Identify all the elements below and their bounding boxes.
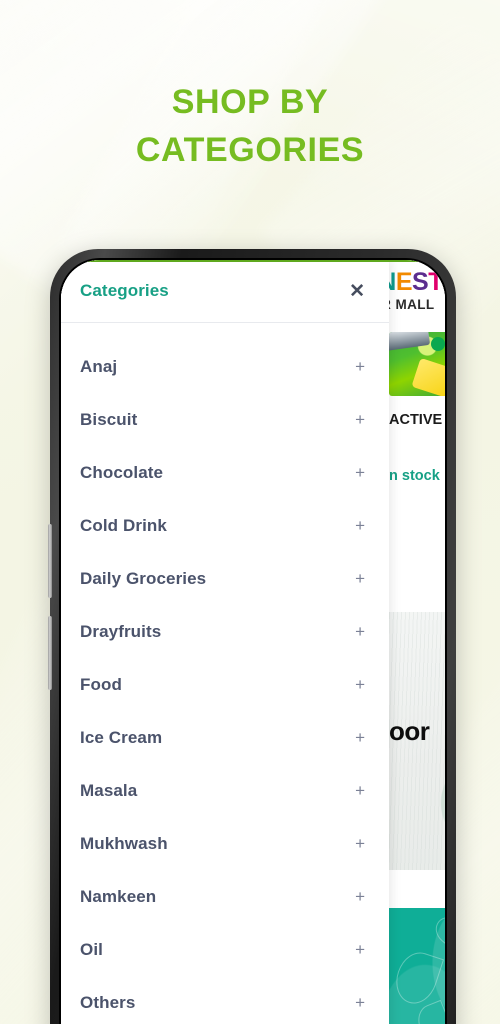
expand-plus-icon[interactable]: + [345,623,365,640]
expand-plus-icon[interactable]: + [345,994,365,1011]
categories-drawer: Categories ✕ Anaj + Biscuit + Chocolate + Cold… [61,260,389,1024]
category-item-label: Biscuit [80,409,138,429]
expand-plus-icon[interactable]: + [345,570,365,587]
expand-plus-icon[interactable]: + [345,888,365,905]
brand-logo-letter-e: E [395,268,413,297]
page-title-line-2: CATEGORIES [135,131,365,170]
expand-plus-icon[interactable]: + [345,782,365,799]
category-item-cold-drink[interactable]: Cold Drink + [61,499,389,552]
category-item-label: Cold Drink [80,515,167,535]
category-item-label: Masala [80,780,138,800]
category-item-others[interactable]: Others + [61,976,389,1024]
expand-plus-icon[interactable]: + [345,941,365,958]
expand-plus-icon[interactable]: + [345,517,365,534]
expand-plus-icon[interactable]: + [345,729,365,746]
category-item-label: Namkeen [80,886,157,906]
paisley-ornament-icon [430,911,445,951]
phone-bezel: |NEST ER MALL ACTIVE n stock oor [59,258,447,1024]
category-item-mukhwash[interactable]: Mukhwash + [61,817,389,870]
expand-plus-icon[interactable]: + [345,676,365,693]
expand-plus-icon[interactable]: + [345,411,365,428]
category-item-label: Chocolate [80,462,164,482]
product-image [389,332,445,396]
product-badge-icon [431,337,445,351]
page-title-line-1: SHOP BY [171,83,329,121]
phone-mockup: |NEST ER MALL ACTIVE n stock oor [48,249,456,1024]
category-item-label: Others [80,992,136,1012]
category-item-food[interactable]: Food + [61,658,389,711]
expand-plus-icon[interactable]: + [345,358,365,375]
category-item-biscuit[interactable]: Biscuit + [61,393,389,446]
category-item-drayfruits[interactable]: Drayfruits + [61,605,389,658]
category-item-chocolate[interactable]: Chocolate + [61,446,389,499]
category-item-namkeen[interactable]: Namkeen + [61,870,389,923]
paisley-ornament-icon [389,947,445,1009]
promo-banner-top[interactable]: oor [389,612,445,870]
expand-plus-icon[interactable]: + [345,835,365,852]
brand-logo-letter-t: T [428,268,443,297]
phone-volume-up-button[interactable] [48,524,52,598]
product-name: ACTIVE [389,412,443,428]
phone-screen: |NEST ER MALL ACTIVE n stock oor [61,260,445,1024]
brand-logo-letter-s: S [412,268,429,297]
phone-volume-down-button[interactable] [48,616,52,690]
category-item-label: Daily Groceries [80,568,207,588]
promo-banner-bottom[interactable] [389,908,445,1024]
paisley-ornament-icon [412,999,445,1024]
category-item-label: Food [80,674,122,694]
page-background: SHOP BY CATEGORIES |NEST ER MALL [0,0,500,1024]
category-item-oil[interactable]: Oil + [61,923,389,976]
category-item-masala[interactable]: Masala + [61,764,389,817]
category-item-label: Anaj [80,356,118,376]
promo-banner-top-text: oor [389,716,430,746]
category-item-label: Oil [80,939,103,959]
category-item-label: Mukhwash [80,833,168,853]
product-stock-status: n stock [389,468,440,484]
close-icon[interactable]: ✕ [343,278,371,305]
page-title: SHOP BY CATEGORIES [0,78,500,175]
category-item-daily-groceries[interactable]: Daily Groceries + [61,552,389,605]
category-item-ice-cream[interactable]: Ice Cream + [61,711,389,764]
category-item-anaj[interactable]: Anaj + [61,340,389,393]
category-item-label: Ice Cream [80,727,163,747]
screen-top-accent-line [61,260,445,262]
expand-plus-icon[interactable]: + [345,464,365,481]
product-card[interactable]: ACTIVE n stock [389,332,445,484]
categories-drawer-title: Categories [80,281,169,300]
category-list: Anaj + Biscuit + Chocolate + Cold Drink + Daily … [61,323,389,1024]
categories-drawer-header: Categories ✕ [61,260,389,322]
category-item-label: Drayfruits [80,621,162,641]
